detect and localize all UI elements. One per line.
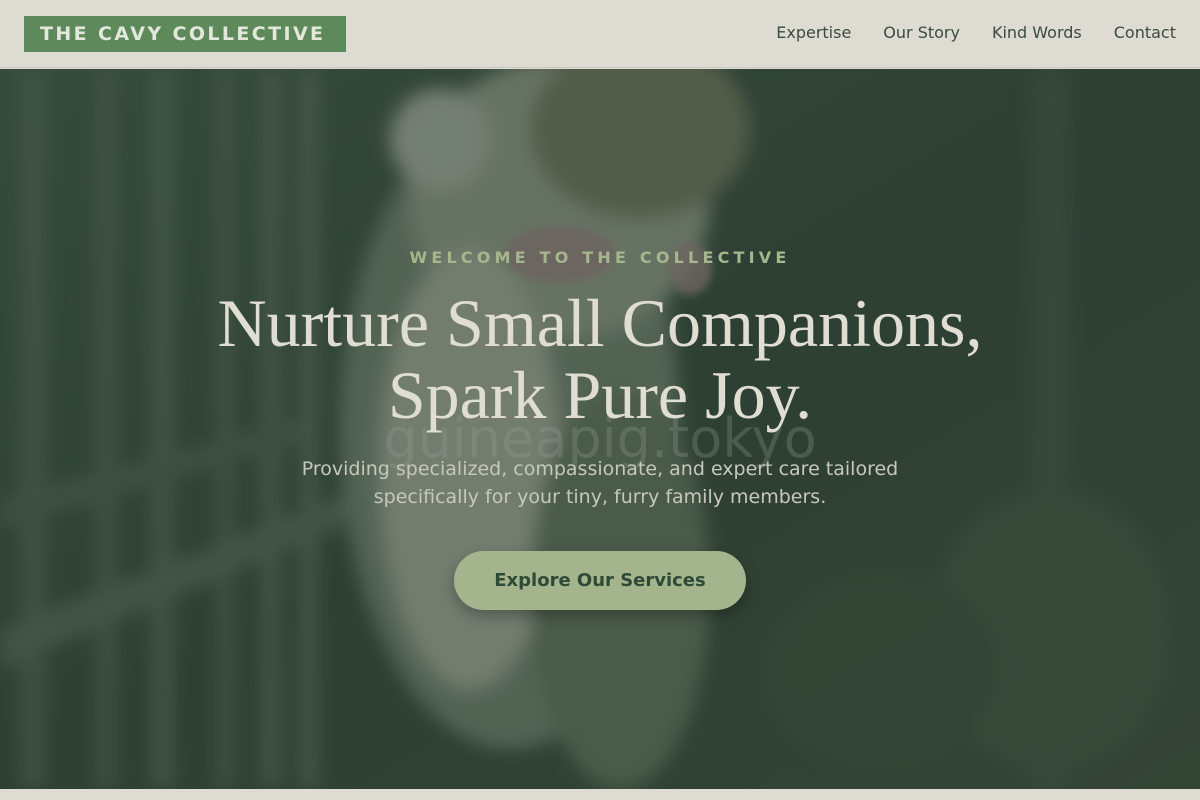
hero-headline-line-2: Spark Pure Joy. — [387, 357, 813, 433]
nav-link-our-story[interactable]: Our Story — [883, 22, 960, 44]
nav-link-expertise[interactable]: Expertise — [776, 22, 851, 44]
explore-services-button[interactable]: Explore Our Services — [454, 551, 746, 610]
hero-headline-line-1: Nurture Small Companions, — [217, 285, 983, 361]
main-nav: Expertise Our Story Kind Words Contact — [776, 22, 1176, 44]
hero-eyebrow: WELCOME TO THE COLLECTIVE — [409, 248, 791, 267]
hero-headline: Nurture Small Companions, Spark Pure Joy… — [100, 287, 1100, 431]
brand-logo[interactable]: THE CAVY COLLECTIVE — [24, 16, 346, 52]
nav-link-contact[interactable]: Contact — [1114, 22, 1176, 44]
hero-subtext: Providing specialized, compassionate, an… — [301, 458, 899, 508]
page-bottom-strip — [0, 789, 1200, 800]
nav-link-kind-words[interactable]: Kind Words — [992, 22, 1082, 44]
site-header: THE CAVY COLLECTIVE Expertise Our Story … — [0, 0, 1200, 68]
hero-section: guineapig.tokyo WELCOME TO THE COLLECTIV… — [0, 69, 1200, 789]
